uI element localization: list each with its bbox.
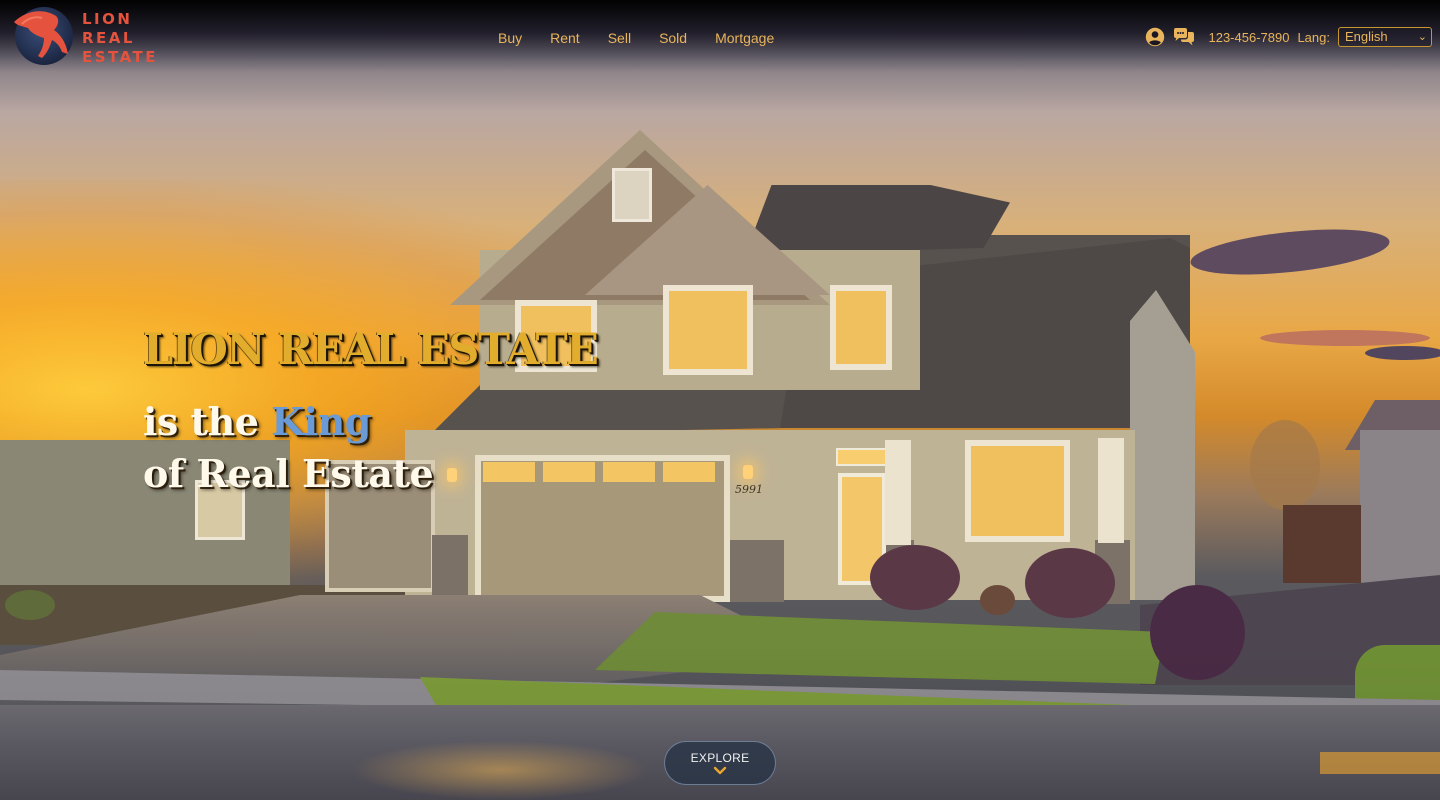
- logo-line: LION: [82, 10, 133, 28]
- hero-title: LION REAL ESTATE: [143, 325, 599, 375]
- explore-button[interactable]: EXPLORE: [664, 741, 776, 785]
- hero-tagline: is the King of Real Estate: [143, 396, 434, 500]
- tagline-line-1: is the King: [143, 396, 433, 448]
- tagline-accent: King: [271, 399, 371, 444]
- logo-line: REAL: [82, 29, 135, 47]
- nav-item-buy[interactable]: Buy: [484, 28, 536, 48]
- language-selected-value: English: [1345, 29, 1388, 44]
- main-nav: Buy Rent Sell Sold Mortgage: [484, 28, 788, 48]
- phone-number[interactable]: 123-456-7890: [1208, 30, 1289, 45]
- brand-logo[interactable]: LION REAL ESTATE: [8, 6, 168, 66]
- language-label: Lang:: [1297, 29, 1330, 45]
- chevron-down-icon: [713, 766, 727, 774]
- nav-item-rent[interactable]: Rent: [536, 28, 594, 48]
- logo-line: ESTATE: [82, 48, 159, 66]
- lion-logo-icon: [14, 7, 73, 65]
- tagline-line-2: of Real Estate: [143, 451, 434, 496]
- chevron-down-icon: ⌄: [1417, 31, 1427, 43]
- user-circle-icon[interactable]: [1144, 26, 1166, 48]
- header-utilities: 123-456-7890 Lang: English ⌄: [1144, 26, 1432, 48]
- explore-label: EXPLORE: [690, 750, 750, 765]
- nav-item-sold[interactable]: Sold: [645, 28, 701, 48]
- chat-bubbles-icon[interactable]: [1172, 26, 1196, 48]
- nav-item-sell[interactable]: Sell: [594, 28, 645, 48]
- nav-item-mortgage[interactable]: Mortgage: [701, 28, 788, 48]
- site-header: LION REAL ESTATE Buy Rent Sell Sold Mort…: [0, 0, 1440, 72]
- brand-wordmark: LION REAL ESTATE: [82, 10, 158, 67]
- tagline-prefix: is the: [143, 399, 272, 444]
- language-select[interactable]: English ⌄: [1338, 27, 1432, 47]
